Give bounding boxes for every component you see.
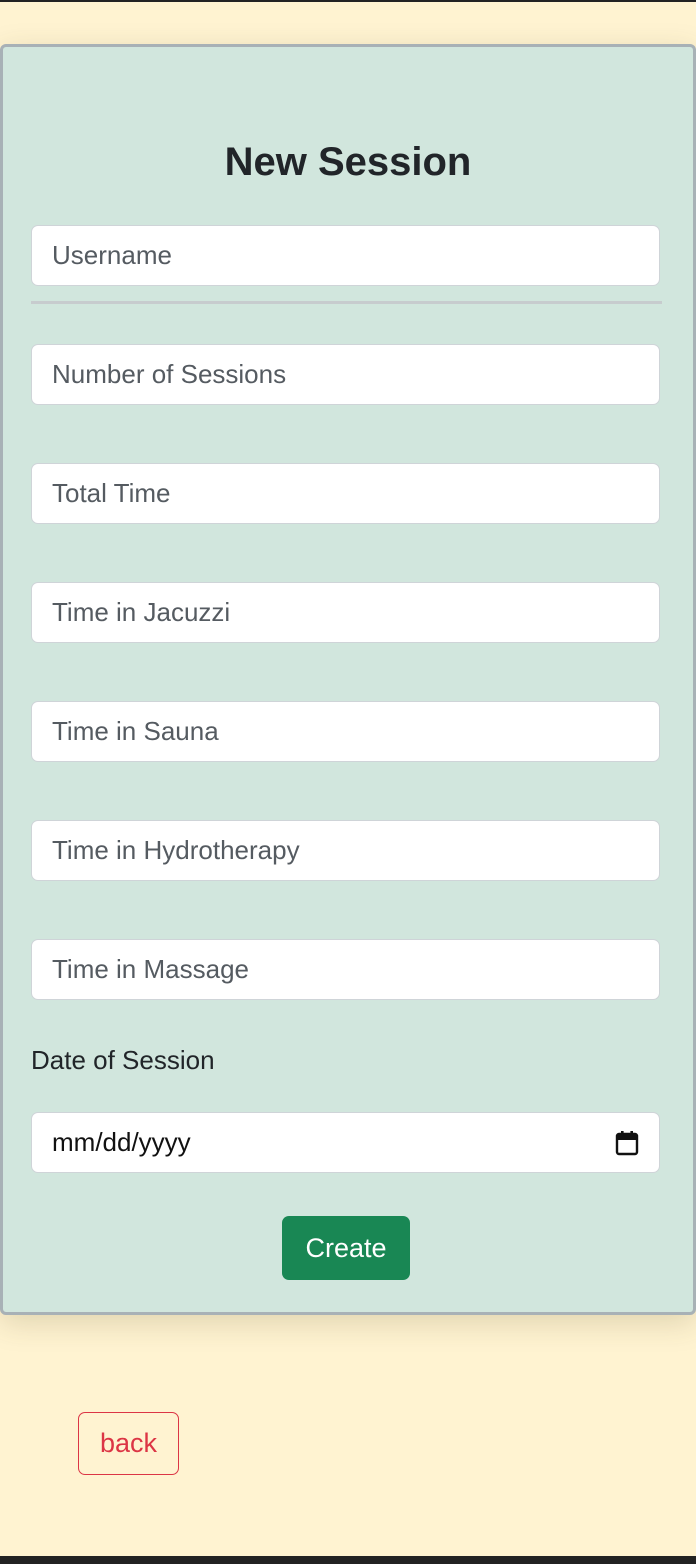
username-input[interactable] — [31, 225, 660, 286]
number-of-sessions-input[interactable] — [31, 344, 660, 405]
time-in-sauna-input[interactable] — [31, 701, 660, 762]
time-in-hydrotherapy-input[interactable] — [31, 820, 660, 881]
create-button[interactable]: Create — [282, 1216, 410, 1280]
top-edge — [0, 0, 696, 2]
new-session-form: New Session Date of Session mm/dd/yyyy C… — [0, 44, 696, 1315]
time-in-massage-input[interactable] — [31, 939, 660, 1000]
form-title: New Session — [224, 140, 472, 184]
total-time-input[interactable] — [31, 463, 660, 524]
date-placeholder: mm/dd/yyyy — [52, 1127, 191, 1157]
calendar-icon[interactable] — [615, 1130, 639, 1156]
date-of-session-label: Date of Session — [31, 1045, 215, 1075]
back-button[interactable]: back — [78, 1412, 179, 1475]
bottom-edge — [0, 1556, 696, 1564]
time-in-jacuzzi-input[interactable] — [31, 582, 660, 643]
divider — [31, 301, 662, 304]
date-of-session-input[interactable]: mm/dd/yyyy — [31, 1112, 660, 1173]
